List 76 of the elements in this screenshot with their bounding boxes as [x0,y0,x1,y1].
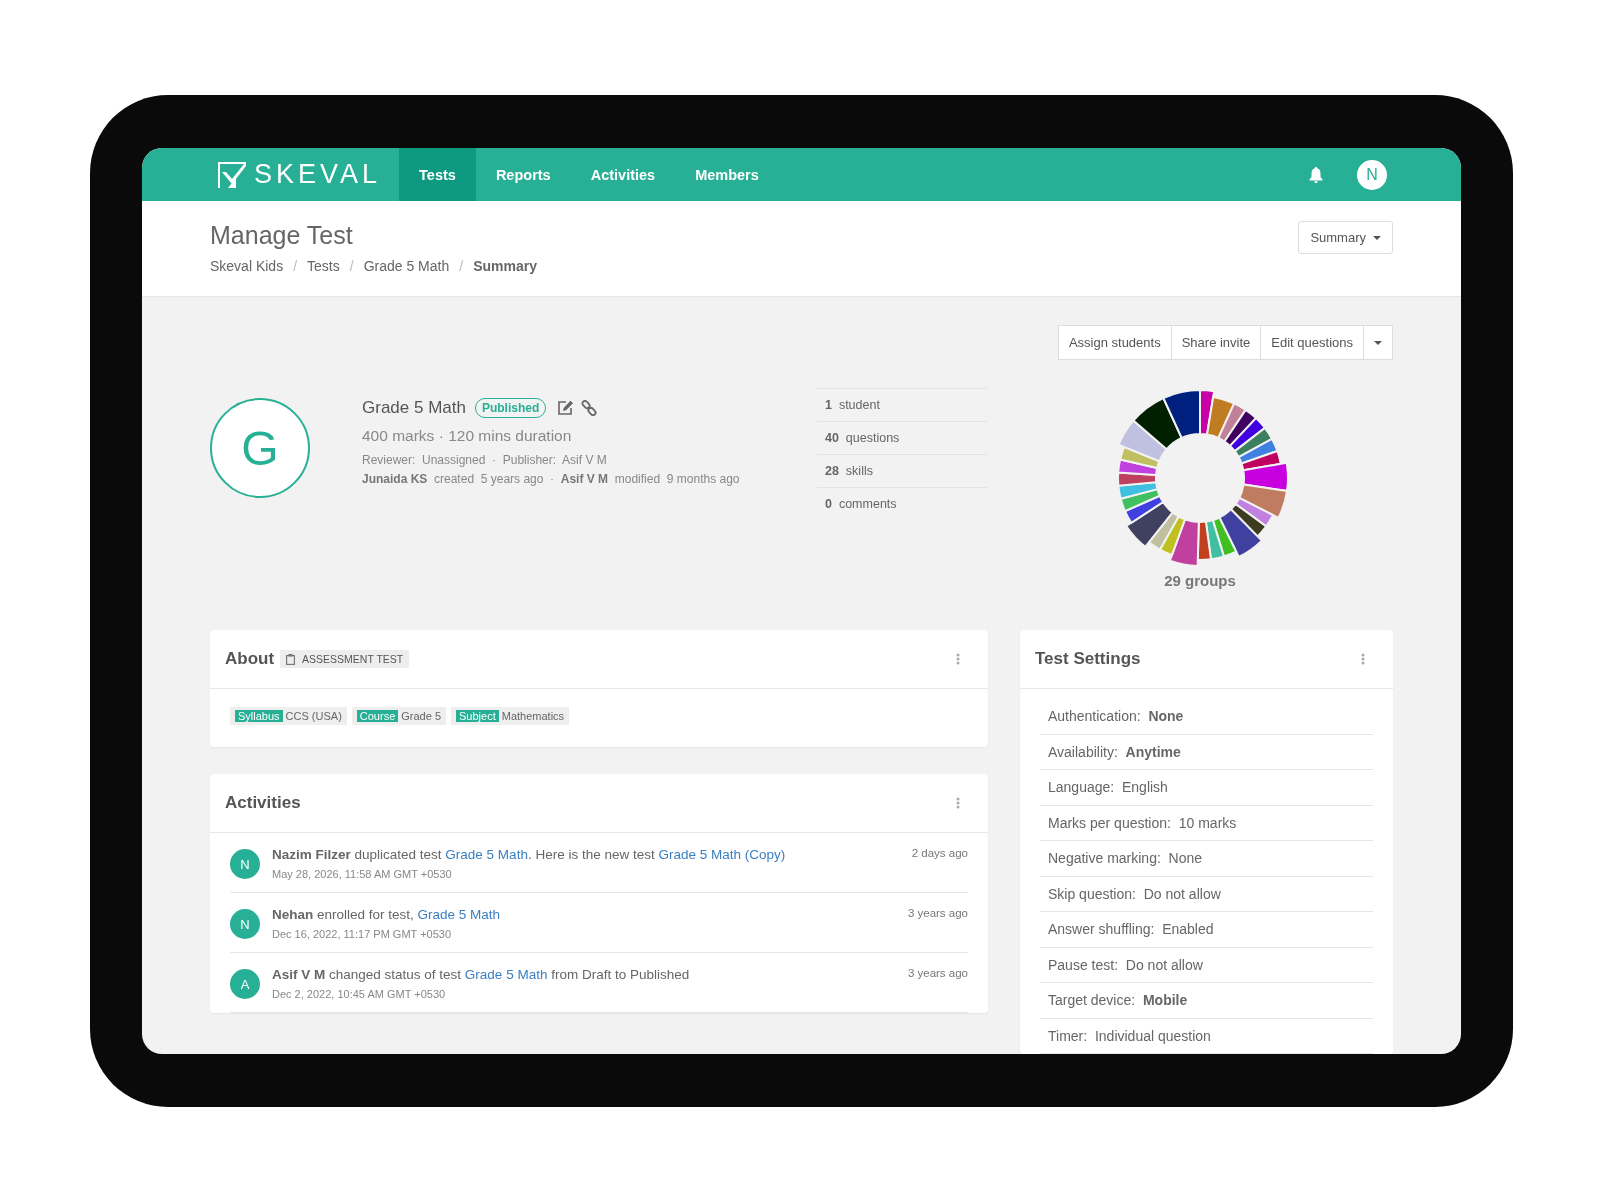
nav-tab[interactable]: Activities [570,148,676,201]
caret-icon [1374,340,1382,345]
more-options-icon[interactable] [956,653,960,665]
breadcrumb-separator: / [293,258,298,274]
clipboard-icon [286,653,296,665]
user-avatar: A [230,969,260,999]
breadcrumb-link[interactable]: Skeval Kids [210,258,284,274]
breadcrumb-link[interactable]: Summary [473,258,537,274]
setting-text: Availability: Anytime [1048,743,1181,760]
setting-text: Pause test: Do not allow [1048,956,1203,973]
setting-text: Language: English [1048,779,1168,796]
setting-text: Answer shuffling: Enabled [1048,921,1214,938]
tag-value: Grade 5 [401,710,442,722]
test-link[interactable]: Grade 5 Math [464,967,548,982]
nav-tab[interactable]: Reports [475,148,571,201]
breadcrumb-link[interactable]: Tests [307,258,340,274]
setting-text: Skip question: Do not allow [1048,885,1221,902]
activity-time: 2 days ago [911,847,968,859]
action-button[interactable]: Share invite [1170,325,1262,360]
card-title: Test Settings [1035,649,1141,669]
setting-text: Negative marking: None [1048,850,1203,867]
card-title: Activities [225,793,301,813]
more-options-icon[interactable] [1361,653,1365,665]
edit-icon[interactable] [557,400,575,416]
nav-tab[interactable]: Tests [399,148,476,201]
stat-text: 40 questions [825,431,900,445]
activity-date: Dec 2, 2022, 10:45 AM GMT +0530 [272,988,447,1000]
stat-text: 28 skills [825,464,873,478]
user-avatar: N [230,849,260,879]
test-link[interactable]: Grade 5 Math (Copy) [658,847,786,862]
activity-text: Asif V M changed status of test Grade 5 Math from Draft to Published [272,967,691,982]
test-avatar: G [210,398,310,498]
tag-key: Syllabus [235,710,283,722]
view-dropdown[interactable]: Summary [1298,221,1393,254]
card-title: About [225,649,275,669]
activity-time: 3 years ago [907,907,968,919]
breadcrumb-separator: / [459,258,464,274]
link-icon[interactable] [581,400,598,416]
activity-text: Nehan enrolled for test, Grade 5 Math [272,907,502,922]
setting-text: Authentication: None [1048,708,1184,725]
stat-text: 1 student [825,398,880,412]
activity-date: May 28, 2026, 11:58 AM GMT +0530 [272,868,453,880]
setting-text: Marks per question: 10 marks [1048,814,1237,831]
caret-icon [1373,235,1381,240]
check-logo-icon [218,161,246,188]
more-actions-button[interactable] [1363,325,1393,360]
page-title: Manage Test [210,221,354,250]
activity-time: 3 years ago [907,967,968,979]
test-summary: 400 marks · 120 mins duration [362,427,573,445]
tag-value: Mathematics [501,710,565,722]
action-button[interactable]: Edit questions [1260,325,1364,360]
tag-key: Course [356,710,399,722]
tag-value: CCS (USA) [285,710,342,722]
test-name: Grade 5 Math [362,398,466,418]
activity-text: Nazim Filzer duplicated test Grade 5 Math. Here is the new test Grade 5 Math (Copy) [272,847,787,862]
test-link[interactable]: Grade 5 Math [445,847,528,862]
setting-text: Timer: Individual question [1048,1027,1211,1044]
bell-icon[interactable] [1309,166,1323,183]
user-avatar[interactable]: N [1357,159,1387,190]
breadcrumb-separator: / [349,258,354,274]
setting-text: Target device: Mobile [1048,992,1188,1009]
donut-slice [1242,461,1289,492]
tag-key: Subject [456,710,499,722]
nav-tab[interactable]: Members [675,148,779,201]
action-button[interactable]: Assign students [1057,325,1172,360]
breadcrumb-link[interactable]: Grade 5 Math [363,258,450,274]
test-history: Junaida KS created 5 years ago · Asif V M modified 9 months ago [362,472,741,486]
chart-caption: 29 groups [1164,572,1236,589]
brand-name[interactable]: SKEVAL [254,159,382,190]
test-type: ASSESSMENT TEST [302,653,404,665]
stat-text: 0 comments [825,497,897,511]
test-roles: Reviewer: Unassigned · Publisher: Asif V M [362,453,608,467]
user-avatar: N [230,909,260,939]
more-options-icon[interactable] [956,797,960,809]
activity-date: Dec 16, 2022, 11:17 PM GMT +0530 [272,928,453,940]
test-link[interactable]: Grade 5 Math [417,907,501,922]
